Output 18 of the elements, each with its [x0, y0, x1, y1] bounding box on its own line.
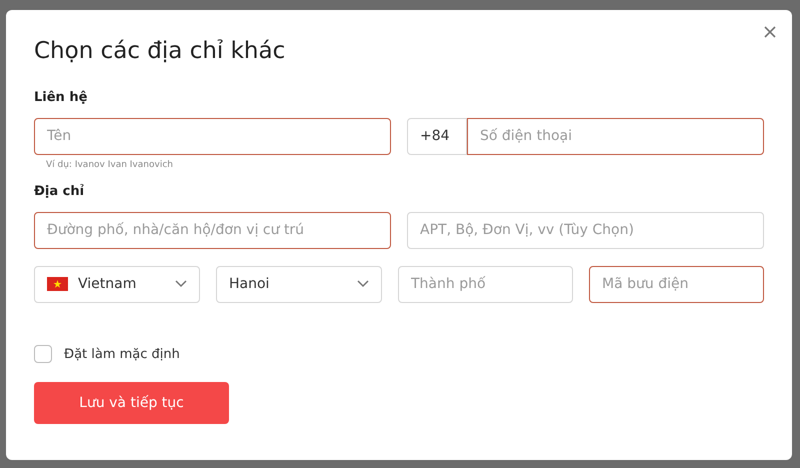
chevron-down-icon: [357, 280, 369, 288]
chevron-down-icon: [175, 280, 187, 288]
phone-field[interactable]: Số điện thoại: [467, 118, 764, 154]
section-heading: Địa chỉ: [34, 183, 86, 201]
country-select[interactable]: Vietnam: [34, 266, 200, 302]
country-code[interactable]: +84: [407, 118, 467, 154]
section-heading: Liên hệ: [34, 89, 88, 107]
region-select[interactable]: Hanoi: [216, 266, 382, 302]
checkbox-label: Đặt làm mặc định: [64, 346, 180, 364]
text-field[interactable]: Đường phố, nhà/căn hộ/đơn vị cư trú: [34, 212, 391, 248]
hint-text: Ví dụ: Ivanov Ivan Ivanovich: [46, 158, 174, 172]
dialog-title: Chọn các địa chỉ khác: [34, 37, 286, 66]
text-field[interactable]: Tên: [34, 118, 391, 154]
text-field[interactable]: Mã bưu điện: [589, 266, 764, 302]
save-button[interactable]: Lưu và tiếp tục: [34, 382, 229, 424]
flag-icon: [47, 277, 68, 291]
checkbox[interactable]: [34, 345, 52, 364]
close-icon[interactable]: [762, 24, 778, 40]
